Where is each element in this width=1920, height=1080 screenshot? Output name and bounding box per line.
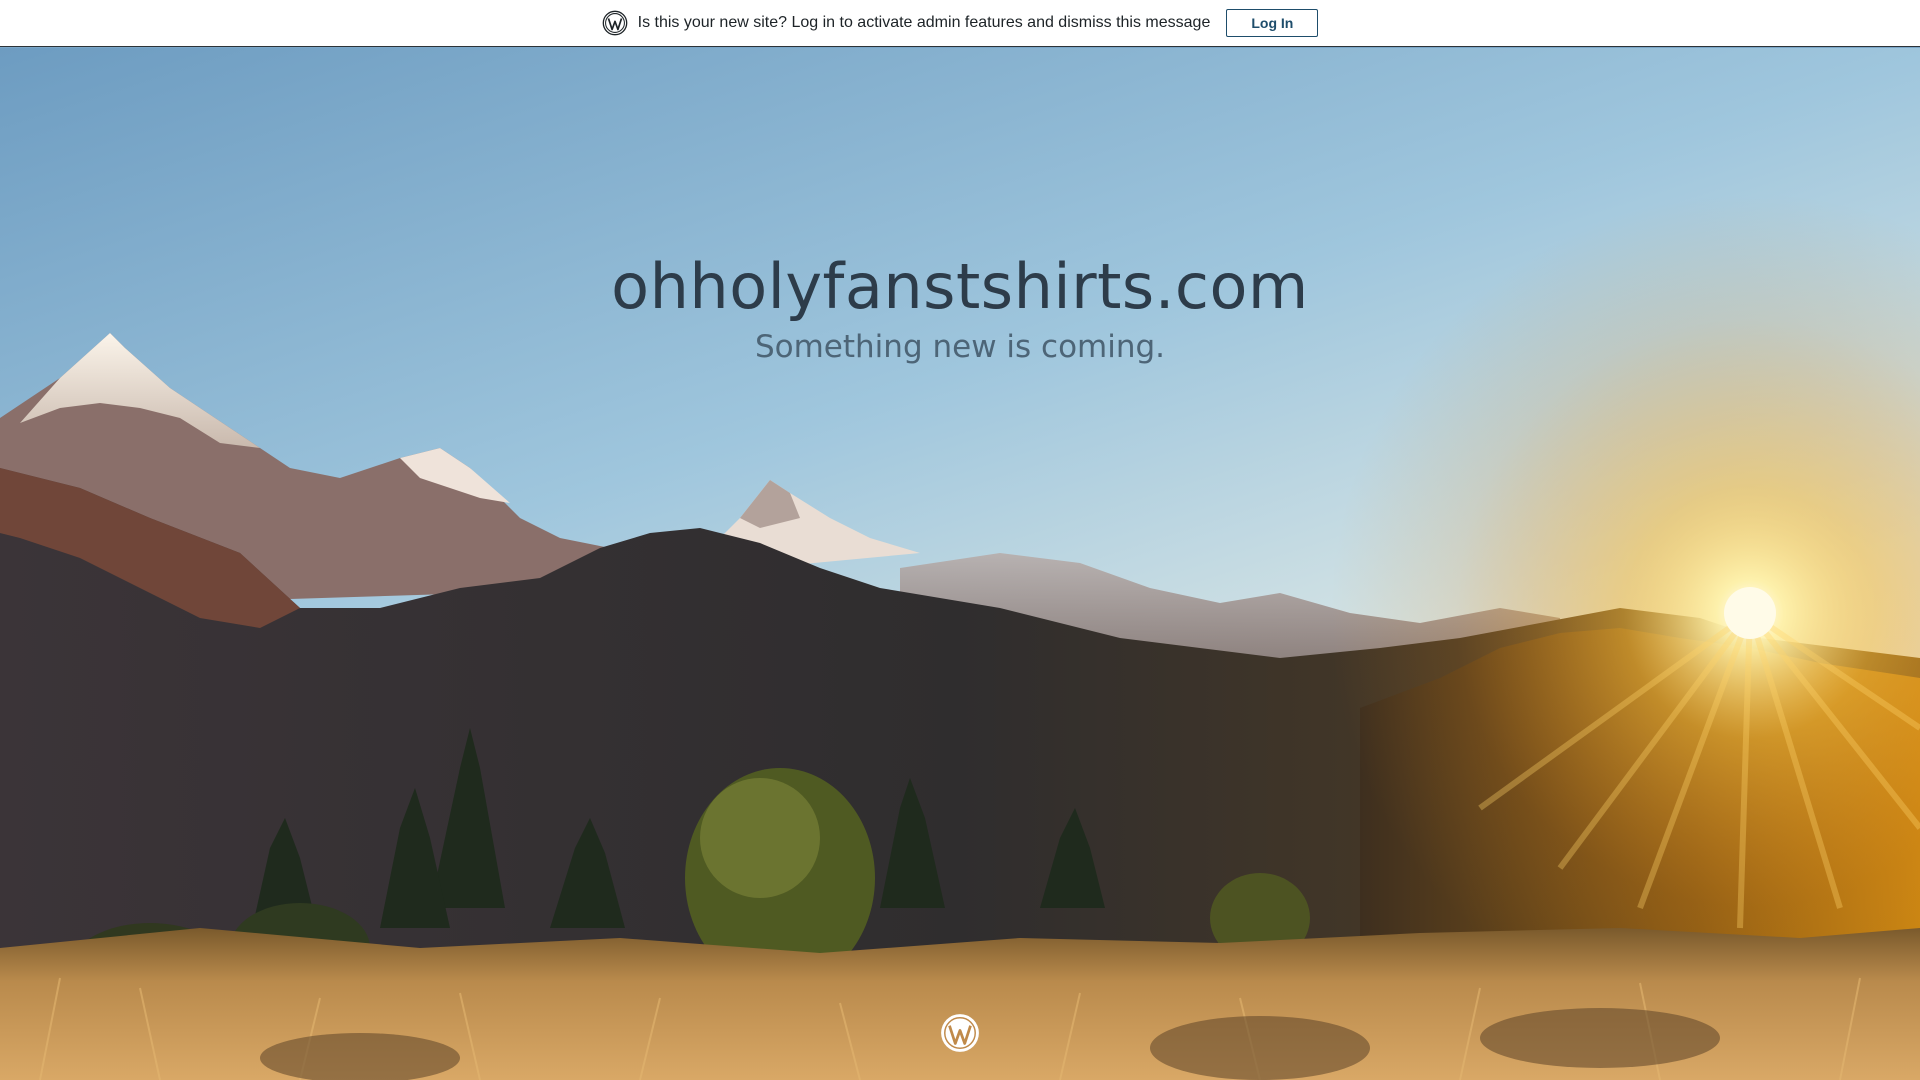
hero-background-image (0, 48, 1920, 1080)
admin-notice-message: Is this your new site? Log in to activat… (637, 14, 1211, 31)
site-title: ohholyfanstshirts.com (611, 250, 1309, 323)
admin-notice-bar: Is this your new site? Log in to activat… (0, 0, 1920, 47)
wordpress-logo-icon (602, 10, 627, 36)
coming-soon-header: ohholyfanstshirts.com Something new is c… (0, 250, 1920, 365)
log-in-button[interactable]: Log In (1226, 9, 1319, 37)
site-tagline: Something new is coming. (754, 329, 1166, 365)
wordpress-logo-icon[interactable] (939, 1012, 981, 1054)
